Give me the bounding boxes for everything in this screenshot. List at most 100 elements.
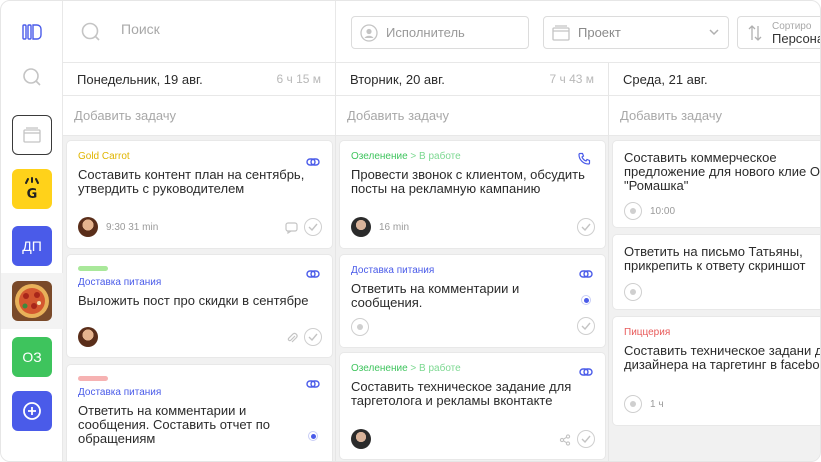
task-status: > В работе (410, 363, 461, 374)
task-card[interactable]: Составить коммерческое предложение для н… (613, 141, 820, 227)
search-area (63, 1, 336, 63)
day-header: Понедельник, 19 авг. 6 ч 15 м (63, 63, 335, 96)
check-icon (581, 322, 591, 330)
project-gold-carrot[interactable]: G (12, 169, 52, 209)
avatar[interactable] (78, 217, 98, 237)
project-pizzeria-avatar[interactable] (12, 281, 52, 321)
task-card[interactable]: Доставка питания Ответить на комментарии… (67, 365, 332, 461)
task-time: 10:00 (650, 205, 676, 217)
share-icon[interactable] (559, 433, 571, 451)
selected-radio[interactable] (308, 431, 318, 441)
add-task-input[interactable]: Добавить задачу (63, 96, 335, 136)
project-dp[interactable]: ДП (12, 226, 52, 266)
search-icon[interactable] (12, 57, 52, 97)
logo-icon[interactable] (12, 13, 52, 51)
chevron-down-icon (708, 27, 720, 37)
link-icon (306, 376, 320, 388)
day-column-monday: Понедельник, 19 авг. 6 ч 15 м Добавить з… (63, 63, 336, 461)
task-title: Ответить на письмо Татьяны, прикрепить к… (624, 244, 806, 273)
add-project-button[interactable] (12, 391, 52, 431)
day-header: Среда, 21 авг. (609, 63, 820, 96)
avatar[interactable] (78, 327, 98, 347)
complete-task-button[interactable] (577, 317, 595, 335)
search-icon (81, 22, 101, 47)
day-title: Понедельник, 19 авг. (77, 71, 203, 87)
complete-task-button[interactable] (577, 218, 595, 236)
day-column-wednesday: Среда, 21 авг. Добавить задачу Составить… (609, 63, 821, 461)
task-meta (351, 429, 379, 449)
day-duration: 6 ч 15 м (276, 72, 321, 86)
task-project: Доставка питания (78, 277, 162, 288)
task-status: > В работе (410, 151, 461, 162)
task-project: Озеленение > В работе (351, 151, 594, 162)
attachment-icon[interactable] (286, 331, 298, 349)
folder-icon (552, 24, 570, 41)
project-dp-label: ДП (22, 238, 42, 254)
executor-filter-label: Исполнитель (386, 25, 465, 40)
project-oz-label: ОЗ (22, 349, 42, 365)
sort-icon (748, 24, 762, 42)
project-oz[interactable]: ОЗ (12, 337, 52, 377)
complete-task-button[interactable] (304, 218, 322, 236)
task-meta (351, 318, 377, 336)
calendar-icon[interactable] (12, 115, 52, 155)
task-title: Составить техническое задание для таргет… (351, 379, 572, 408)
task-time: 16 min (379, 221, 410, 233)
day-column-tuesday: Вторник, 20 авг. 7 ч 43 м Добавить задач… (336, 63, 609, 461)
plus-icon (23, 402, 41, 420)
task-project: Доставка питания (351, 265, 435, 276)
day-title: Вторник, 20 авг. (350, 71, 445, 87)
day-duration: 7 ч 43 м (549, 72, 594, 86)
sort-value: Персона (772, 30, 821, 46)
comment-icon[interactable] (285, 221, 298, 239)
task-title: Выложить пост про скидки в сентябре (78, 293, 309, 308)
task-time: 9:30 31 min (106, 221, 159, 233)
add-task-input[interactable]: Добавить задачу (336, 96, 608, 136)
avatar[interactable] (351, 217, 371, 237)
task-card[interactable]: Gold Carrot Составить контент план на се… (67, 141, 332, 248)
task-card[interactable]: Озеленение > В работе Составить техничес… (340, 353, 605, 459)
assign-user-icon[interactable] (624, 395, 642, 413)
task-meta: 16 min (351, 217, 409, 237)
add-task-input[interactable]: Добавить задачу (609, 96, 820, 136)
day-title: Среда, 21 авг. (623, 71, 708, 87)
executor-filter[interactable]: Исполнитель (351, 16, 529, 49)
task-project: Gold Carrot (78, 151, 130, 162)
search-input[interactable] (121, 21, 321, 37)
task-project-name: Озеленение (351, 151, 408, 162)
link-icon (306, 266, 320, 278)
task-card[interactable]: Доставка питания Выложить пост про скидк… (67, 255, 332, 357)
selected-radio[interactable] (581, 295, 591, 305)
check-icon (308, 223, 318, 231)
assign-user-icon[interactable] (624, 202, 642, 220)
task-project: Пиццерия (624, 327, 671, 338)
task-title: Составить коммерческое предложение для н… (624, 151, 820, 193)
complete-task-button[interactable] (304, 328, 322, 346)
link-icon (306, 154, 320, 166)
task-card[interactable]: Ответить на письмо Татьяны, прикрепить к… (613, 235, 820, 309)
task-title: Составить контент план на сентябрь, утве… (78, 167, 305, 196)
avatar[interactable] (351, 429, 371, 449)
check-icon (581, 223, 591, 231)
link-icon (579, 266, 593, 278)
task-time: 1 ч (650, 398, 664, 410)
task-meta: 10:00 (624, 202, 675, 220)
task-card[interactable]: Озеленение > В работе Провести звонок с … (340, 141, 605, 248)
sort-select[interactable]: Сортиро Персона (737, 16, 821, 49)
sidebar: G ДП ОЗ (1, 1, 63, 461)
check-icon (308, 333, 318, 341)
task-card[interactable]: Доставка питания Ответить на комментарии… (340, 255, 605, 347)
project-filter[interactable]: Проект (543, 16, 729, 49)
day-header: Вторник, 20 авг. 7 ч 43 м (336, 63, 608, 96)
app-window: G ДП ОЗ Исполнитель Проект (0, 0, 821, 462)
complete-task-button[interactable] (577, 430, 595, 448)
assign-user-icon[interactable] (351, 318, 369, 336)
assign-user-icon[interactable] (624, 283, 642, 301)
project-filter-label: Проект (578, 25, 621, 40)
task-title: Составить техническое задани для дизайне… (624, 343, 821, 372)
task-card[interactable]: Пиццерия Составить техническое задани дл… (613, 317, 821, 425)
check-icon (581, 435, 591, 443)
task-title: Ответить на комментарии и сообщения. Сос… (78, 403, 271, 446)
task-meta (78, 327, 106, 347)
priority-bar (78, 266, 108, 271)
